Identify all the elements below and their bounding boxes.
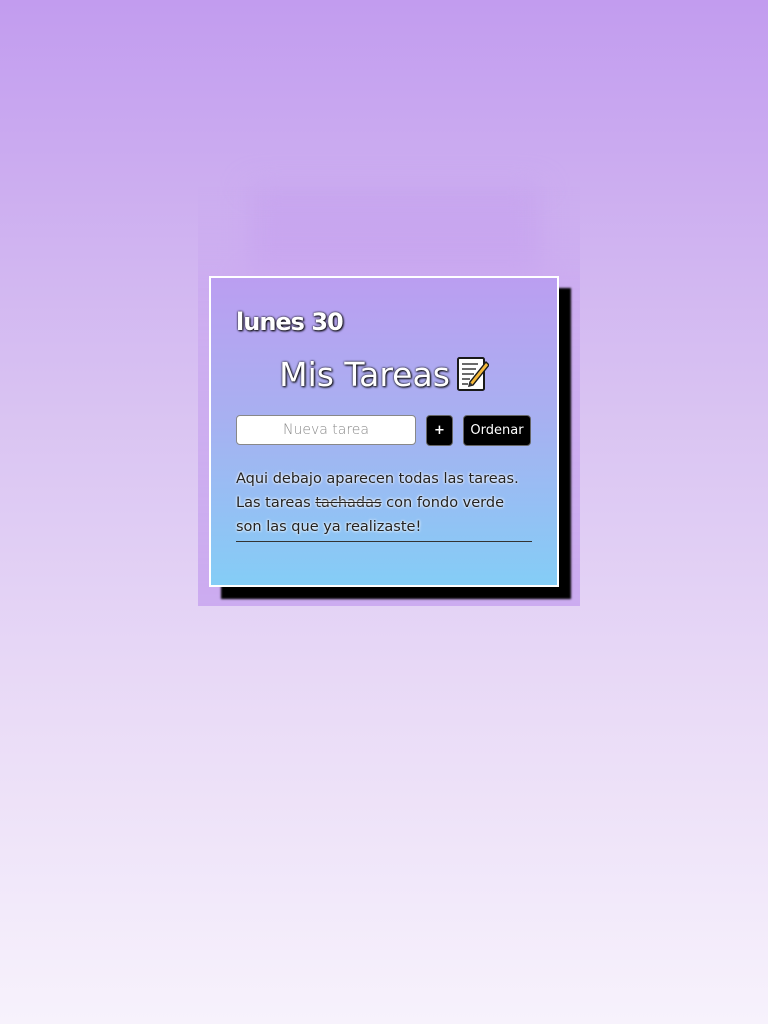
info-text: Aqui debajo aparecen todas las tareas. L… [236,467,532,542]
page-title: Mis Tareas [211,355,557,394]
todo-card: lunes 30 Mis Tareas + Ordenar Aqui debaj… [209,276,559,587]
title-text: Mis Tareas [279,355,450,394]
new-task-input[interactable] [236,415,416,445]
add-task-button[interactable]: + [426,415,453,446]
date-label: lunes 30 [236,308,344,336]
info-strike-word: tachadas [315,495,382,511]
sort-button[interactable]: Ordenar [463,415,531,446]
info-line-1: Aqui debajo aparecen todas las tareas. [236,471,519,487]
memo-icon [456,355,489,392]
info-line-2-before: Las tareas [236,495,316,511]
